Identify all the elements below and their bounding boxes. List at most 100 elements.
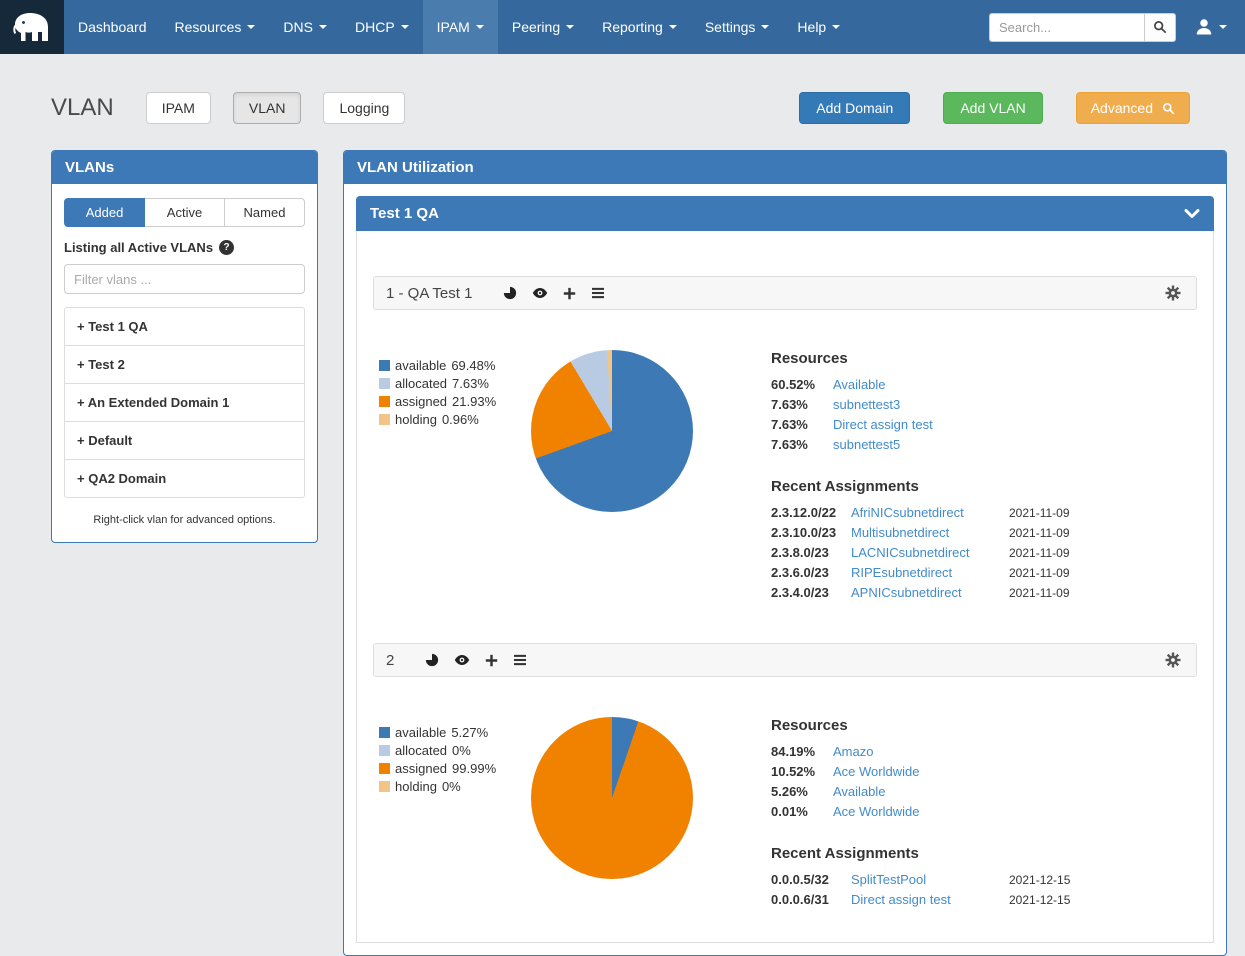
user-icon <box>1194 17 1214 37</box>
vlan-list: + Test 1 QA + Test 2 + An Extended Domai… <box>64 307 305 498</box>
legend-swatch <box>379 414 390 425</box>
recent-assignments-heading: Recent Assignments <box>771 845 1191 862</box>
pie-legend: available5.27% allocated0% assigned99.99… <box>379 725 531 797</box>
legend-label: available <box>395 358 446 373</box>
resource-link[interactable]: subnettest5 <box>833 437 900 452</box>
assignment-link[interactable]: AfriNICsubnetdirect <box>851 505 1001 520</box>
tab-added[interactable]: Added <box>64 198 145 227</box>
search-input[interactable] <box>989 13 1144 42</box>
eye-icon[interactable] <box>451 652 473 668</box>
vlan-list-item[interactable]: + Test 1 QA <box>65 308 304 346</box>
advanced-button[interactable]: Advanced <box>1076 92 1190 124</box>
vlan-list-item[interactable]: + Default <box>65 422 304 460</box>
app-logo[interactable] <box>0 0 64 54</box>
page-title: VLAN <box>51 94 114 122</box>
nav-peering[interactable]: Peering <box>498 0 588 54</box>
nav-resources[interactable]: Resources <box>161 0 270 54</box>
caret-down-icon <box>319 25 327 29</box>
header-actions: Add Domain Add VLAN Advanced <box>799 92 1190 124</box>
pie-chart-icon[interactable] <box>422 651 442 669</box>
plus-icon[interactable] <box>560 285 579 302</box>
vlan-list-item[interactable]: + An Extended Domain 1 <box>65 384 304 422</box>
vlan-list-item[interactable]: + Test 2 <box>65 346 304 384</box>
nav-dns[interactable]: DNS <box>269 0 341 54</box>
tab-ipam[interactable]: IPAM <box>146 92 211 124</box>
nav-reporting[interactable]: Reporting <box>588 0 691 54</box>
gear-icon[interactable] <box>1162 650 1184 670</box>
search-button[interactable] <box>1144 13 1176 42</box>
assignment-date: 2021-11-09 <box>1009 526 1191 540</box>
nav-dhcp[interactable]: DHCP <box>341 0 423 54</box>
nav-dashboard[interactable]: Dashboard <box>64 0 161 54</box>
pie-legend: available69.48% allocated7.63% assigned2… <box>379 358 531 430</box>
nav-help[interactable]: Help <box>783 0 854 54</box>
assignment-link[interactable]: RIPEsubnetdirect <box>851 565 1001 580</box>
search-icon <box>1153 20 1167 34</box>
nav-label: Dashboard <box>78 19 147 35</box>
pie-chart-icon[interactable] <box>500 284 520 302</box>
resource-pct: 60.52% <box>771 377 823 392</box>
resource-link[interactable]: Ace Worldwide <box>833 804 919 819</box>
legend-swatch <box>379 763 390 774</box>
legend-label: allocated <box>395 743 447 758</box>
resource-link[interactable]: subnettest3 <box>833 397 900 412</box>
resource-link[interactable]: Ace Worldwide <box>833 764 919 779</box>
eye-icon[interactable] <box>529 285 551 301</box>
vlan-name: 1 - QA Test 1 <box>386 285 472 302</box>
user-menu[interactable] <box>1188 17 1233 37</box>
gear-icon[interactable] <box>1162 283 1184 303</box>
assignment-cidr: 2.3.8.0/23 <box>771 545 843 560</box>
chevron-down-icon <box>1184 209 1200 219</box>
resource-link[interactable]: Available <box>833 377 886 392</box>
vlan-chart-row: available5.27% allocated0% assigned99.99… <box>373 677 1197 912</box>
assignment-cidr: 2.3.10.0/23 <box>771 525 843 540</box>
nav-label: Peering <box>512 19 560 35</box>
assignment-cidr: 0.0.0.6/31 <box>771 892 843 907</box>
assignment-date: 2021-11-09 <box>1009 586 1191 600</box>
caret-down-icon <box>1219 25 1227 29</box>
add-domain-button[interactable]: Add Domain <box>799 92 910 124</box>
legend-pct: 21.93% <box>452 394 496 409</box>
assignment-link[interactable]: Direct assign test <box>851 892 1001 907</box>
search-icon <box>1162 102 1175 115</box>
nav-label: Settings <box>705 19 756 35</box>
content: VLANs Added Active Named Listing all Act… <box>51 150 1190 956</box>
page-container: VLAN IPAM VLAN Logging Add Domain Add VL… <box>0 92 1245 956</box>
list-icon[interactable] <box>588 285 608 301</box>
advanced-label: Advanced <box>1091 100 1153 116</box>
nav-ipam[interactable]: IPAM <box>423 0 498 54</box>
listing-label: Listing all Active VLANs <box>64 240 213 255</box>
assignment-link[interactable]: Multisubnetdirect <box>851 525 1001 540</box>
tab-active[interactable]: Active <box>145 198 225 227</box>
navbar-search <box>989 13 1176 42</box>
tab-logging[interactable]: Logging <box>323 92 405 124</box>
elephant-logo-icon <box>12 9 52 45</box>
resource-link[interactable]: Available <box>833 784 886 799</box>
vlan-filter-input[interactable] <box>64 264 305 294</box>
nav-settings[interactable]: Settings <box>691 0 784 54</box>
domain-panel-header[interactable]: Test 1 QA <box>356 196 1214 231</box>
resource-link[interactable]: Amazo <box>833 744 873 759</box>
vlan-utilization-body: Test 1 QA 1 - QA Test 1 <box>344 184 1226 955</box>
vlans-panel: VLANs Added Active Named Listing all Act… <box>51 150 318 543</box>
assignment-link[interactable]: APNICsubnetdirect <box>851 585 1001 600</box>
legend-swatch <box>379 781 390 792</box>
list-icon[interactable] <box>510 652 530 668</box>
resource-pct: 5.26% <box>771 784 823 799</box>
tab-named[interactable]: Named <box>225 198 305 227</box>
vlan-section-header: 2 <box>373 643 1197 677</box>
assignment-link[interactable]: LACNICsubnetdirect <box>851 545 1001 560</box>
assignment-date: 2021-11-09 <box>1009 506 1191 520</box>
help-icon[interactable]: ? <box>219 240 234 255</box>
assignment-cidr: 2.3.12.0/22 <box>771 505 843 520</box>
assignment-date: 2021-11-09 <box>1009 566 1191 580</box>
plus-icon[interactable] <box>482 652 501 669</box>
tab-vlan[interactable]: VLAN <box>233 92 302 124</box>
add-vlan-button[interactable]: Add VLAN <box>943 92 1042 124</box>
vlan-utilization-panel: VLAN Utilization Test 1 QA 1 - QA Test 1 <box>343 150 1227 956</box>
view-switcher: IPAM VLAN Logging <box>146 92 406 124</box>
vlan-list-item[interactable]: + QA2 Domain <box>65 460 304 497</box>
resource-link[interactable]: Direct assign test <box>833 417 933 432</box>
assignment-link[interactable]: SplitTestPool <box>851 872 1001 887</box>
nav-label: DHCP <box>355 19 395 35</box>
